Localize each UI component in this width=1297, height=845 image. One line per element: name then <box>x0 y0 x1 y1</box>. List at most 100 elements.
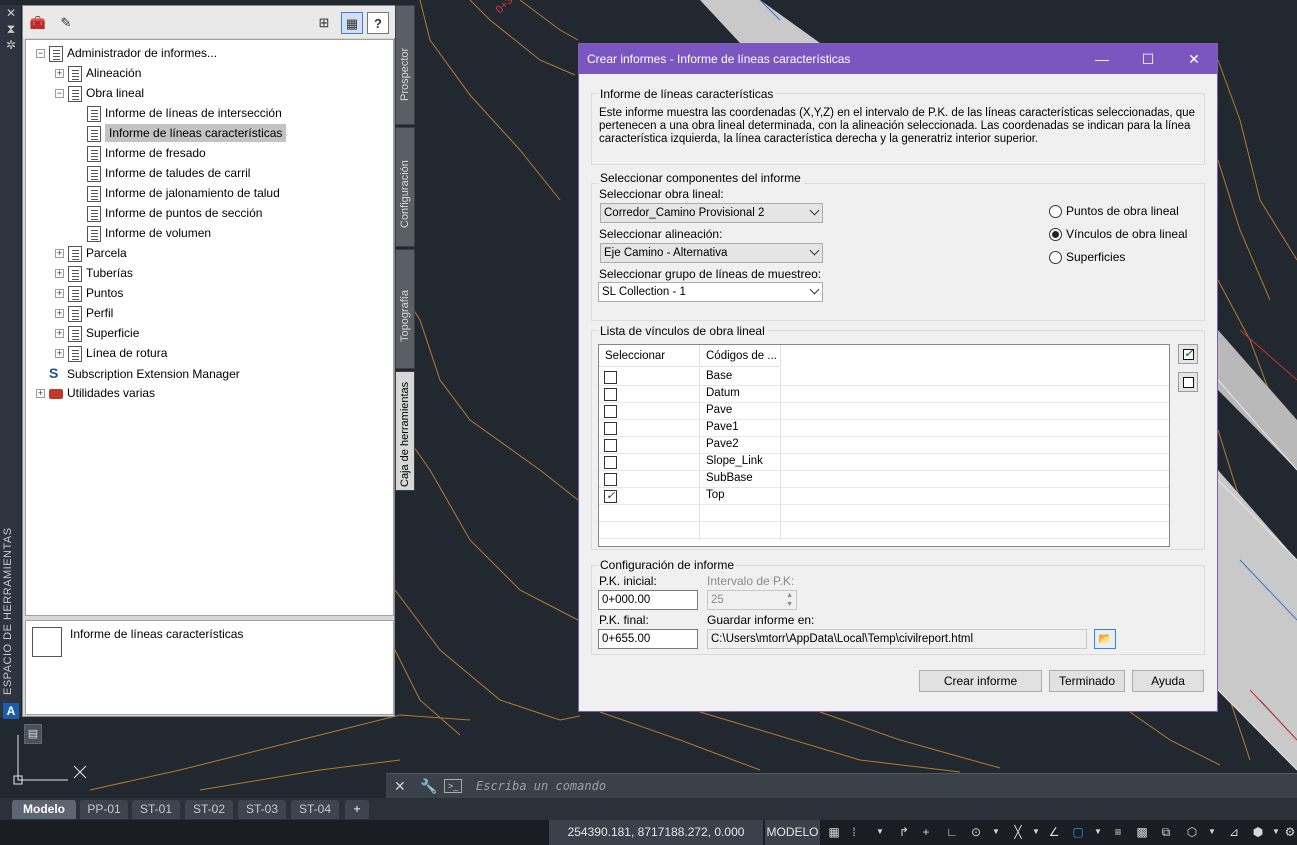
column-header-codes[interactable]: Códigos de ... <box>700 345 781 367</box>
row-checkbox[interactable] <box>604 456 617 469</box>
table-row[interactable]: Pave1 <box>599 420 1169 437</box>
radio-corridor-points[interactable]: Puntos de obra lineal <box>1049 204 1179 219</box>
polar-icon[interactable]: ⊙ <box>968 824 984 840</box>
maximize-icon[interactable]: ☐ <box>1125 44 1171 74</box>
tree-item[interactable]: Informe de volumen <box>74 223 211 243</box>
tree-item[interactable]: + Utilidades varias <box>36 383 155 403</box>
prompt-icon[interactable]: >_ <box>444 779 462 793</box>
pk-start-input[interactable]: 0+000.00 <box>598 590 698 610</box>
tree-item[interactable]: Informe de líneas características <box>74 123 392 143</box>
clear-all-button[interactable] <box>1178 372 1198 392</box>
expand-icon[interactable]: + <box>55 289 64 299</box>
list-view-icon[interactable]: ▦ <box>341 12 363 34</box>
properties-icon[interactable]: ✲ <box>0 37 22 53</box>
toolbox-icon[interactable]: 🧰 <box>27 12 49 34</box>
help-button[interactable]: Ayuda <box>1132 670 1204 692</box>
tab-caja-herramientas[interactable]: Caja de herramientas <box>395 371 415 491</box>
collapse-icon[interactable]: − <box>36 49 45 59</box>
save-path-input[interactable]: C:\Users\mtorr\AppData\Local\Temp\civilr… <box>707 629 1087 649</box>
ortho-icon[interactable]: ∟ <box>944 824 960 840</box>
chevron-down-icon[interactable]: ▼ <box>988 824 1004 840</box>
tree-item[interactable]: + Puntos <box>55 283 123 303</box>
pk-end-input[interactable]: 0+655.00 <box>598 629 698 649</box>
collapse-icon[interactable]: − <box>55 89 64 99</box>
tab-modelo[interactable]: Modelo <box>12 800 76 819</box>
layout-viewport-icon[interactable]: ▤ <box>24 724 42 744</box>
tab-configuracion[interactable]: Configuración <box>395 127 415 247</box>
expand-icon[interactable]: + <box>55 349 64 359</box>
tab-pp-01[interactable]: PP-01 <box>80 800 128 819</box>
table-row[interactable]: SubBase <box>599 471 1169 488</box>
tree-item[interactable]: − Obra lineal <box>55 83 144 103</box>
edit-toolbox-icon[interactable]: ✎ <box>55 12 77 34</box>
dynamic-input-icon[interactable]: + <box>918 824 934 840</box>
model-space-button[interactable]: MODELO <box>764 820 820 845</box>
tab-st-03[interactable]: ST-03 <box>238 800 286 819</box>
chevron-down-icon[interactable]: ▼ <box>872 824 888 840</box>
coordinates-readout[interactable]: 254390.181, 8717188.272, 0.000 <box>549 820 763 845</box>
radio-surfaces[interactable]: Superficies <box>1049 250 1125 265</box>
tree-item[interactable]: + Tuberías <box>55 263 133 283</box>
radio-corridor-links[interactable]: Vínculos de obra lineal <box>1049 227 1187 242</box>
column-header-select[interactable]: Seleccionar <box>599 345 700 367</box>
lineweight-icon[interactable]: ≡ <box>1110 824 1126 840</box>
close-icon[interactable]: ✕ <box>1171 44 1217 74</box>
expand-icon[interactable]: + <box>55 249 64 259</box>
tree-item[interactable]: + Línea de rotura <box>55 343 167 363</box>
table-row[interactable]: Pave <box>599 403 1169 420</box>
tree-item[interactable]: + Superficie <box>55 323 139 343</box>
row-checkbox[interactable] <box>604 422 617 435</box>
row-checkbox[interactable] <box>604 371 617 384</box>
infer-icon[interactable]: ↱ <box>896 824 912 840</box>
chevron-down-icon[interactable]: ▼ <box>1090 824 1106 840</box>
row-checkbox[interactable] <box>604 489 617 503</box>
corridor-select[interactable]: Corredor_Camino Provisional 2 <box>600 203 823 223</box>
table-row[interactable]: Top <box>599 488 1169 505</box>
browse-folder-icon[interactable]: 📂 <box>1094 629 1116 649</box>
add-layout-button[interactable]: + <box>345 800 369 819</box>
help-icon[interactable]: ? <box>367 12 389 34</box>
item-view-icon[interactable]: ⊞ <box>313 12 335 34</box>
selection-filter-icon[interactable]: ⬢ <box>1250 824 1266 840</box>
command-input[interactable]: Escriba un comando <box>476 779 606 793</box>
alignment-select[interactable]: Eje Camino - Alternativa <box>600 243 823 263</box>
expand-icon[interactable]: + <box>55 269 64 279</box>
selection-cycling-icon[interactable]: ⧉ <box>1158 824 1174 840</box>
object-snap-icon[interactable]: ▢ <box>1070 824 1086 840</box>
tree-item[interactable]: Informe de fresado <box>74 143 206 163</box>
tree-item[interactable]: Informe de puntos de sección <box>74 203 262 223</box>
table-row[interactable]: Datum <box>599 386 1169 403</box>
tree-item[interactable]: + Alineación <box>55 63 141 83</box>
tree-item[interactable]: Informe de jalonamiento de talud <box>74 183 280 203</box>
expand-icon[interactable]: + <box>55 329 64 339</box>
tree-item[interactable]: + Perfil <box>55 303 113 323</box>
row-checkbox[interactable] <box>604 473 617 486</box>
table-row[interactable]: Base <box>599 369 1169 386</box>
snap-icon[interactable]: ⁞ <box>846 824 862 840</box>
done-button[interactable]: Terminado <box>1049 670 1125 692</box>
select-all-button[interactable] <box>1178 344 1198 364</box>
object-snap-tracking-icon[interactable]: ∠ <box>1046 824 1062 840</box>
tree-item[interactable]: Informe de taludes de carril <box>74 163 250 183</box>
dynamic-ucs-icon[interactable]: ⊿ <box>1226 824 1242 840</box>
tab-st-02[interactable]: ST-02 <box>185 800 233 819</box>
close-icon[interactable]: ✕ <box>394 778 406 795</box>
expand-icon[interactable]: + <box>55 69 64 79</box>
minimize-icon[interactable]: — <box>1079 44 1125 74</box>
transparency-icon[interactable]: ▩ <box>1134 824 1150 840</box>
row-checkbox[interactable] <box>604 388 617 401</box>
samplegroup-select[interactable]: SL Collection - 1 <box>598 282 823 302</box>
isodraft-icon[interactable]: ╳ <box>1010 824 1026 840</box>
3d-osnap-icon[interactable]: ⬡ <box>1184 824 1200 840</box>
tree-item[interactable]: − Administrador de informes... <box>36 43 217 63</box>
tree-item[interactable]: + Parcela <box>55 243 127 263</box>
wrench-icon[interactable]: 🔧 <box>420 778 437 795</box>
autohide-icon[interactable]: ⧗ <box>0 21 22 37</box>
chevron-down-icon[interactable]: ▼ <box>1204 824 1220 840</box>
autocad-icon[interactable]: A <box>3 703 19 719</box>
gizmo-icon[interactable]: ⚙ <box>1282 824 1297 840</box>
row-checkbox[interactable] <box>604 405 617 418</box>
table-row[interactable]: Slope_Link <box>599 454 1169 471</box>
tree-item[interactable]: Informe de líneas de intersección <box>74 103 282 123</box>
tree-item[interactable]: S Subscription Extension Manager <box>36 363 240 383</box>
